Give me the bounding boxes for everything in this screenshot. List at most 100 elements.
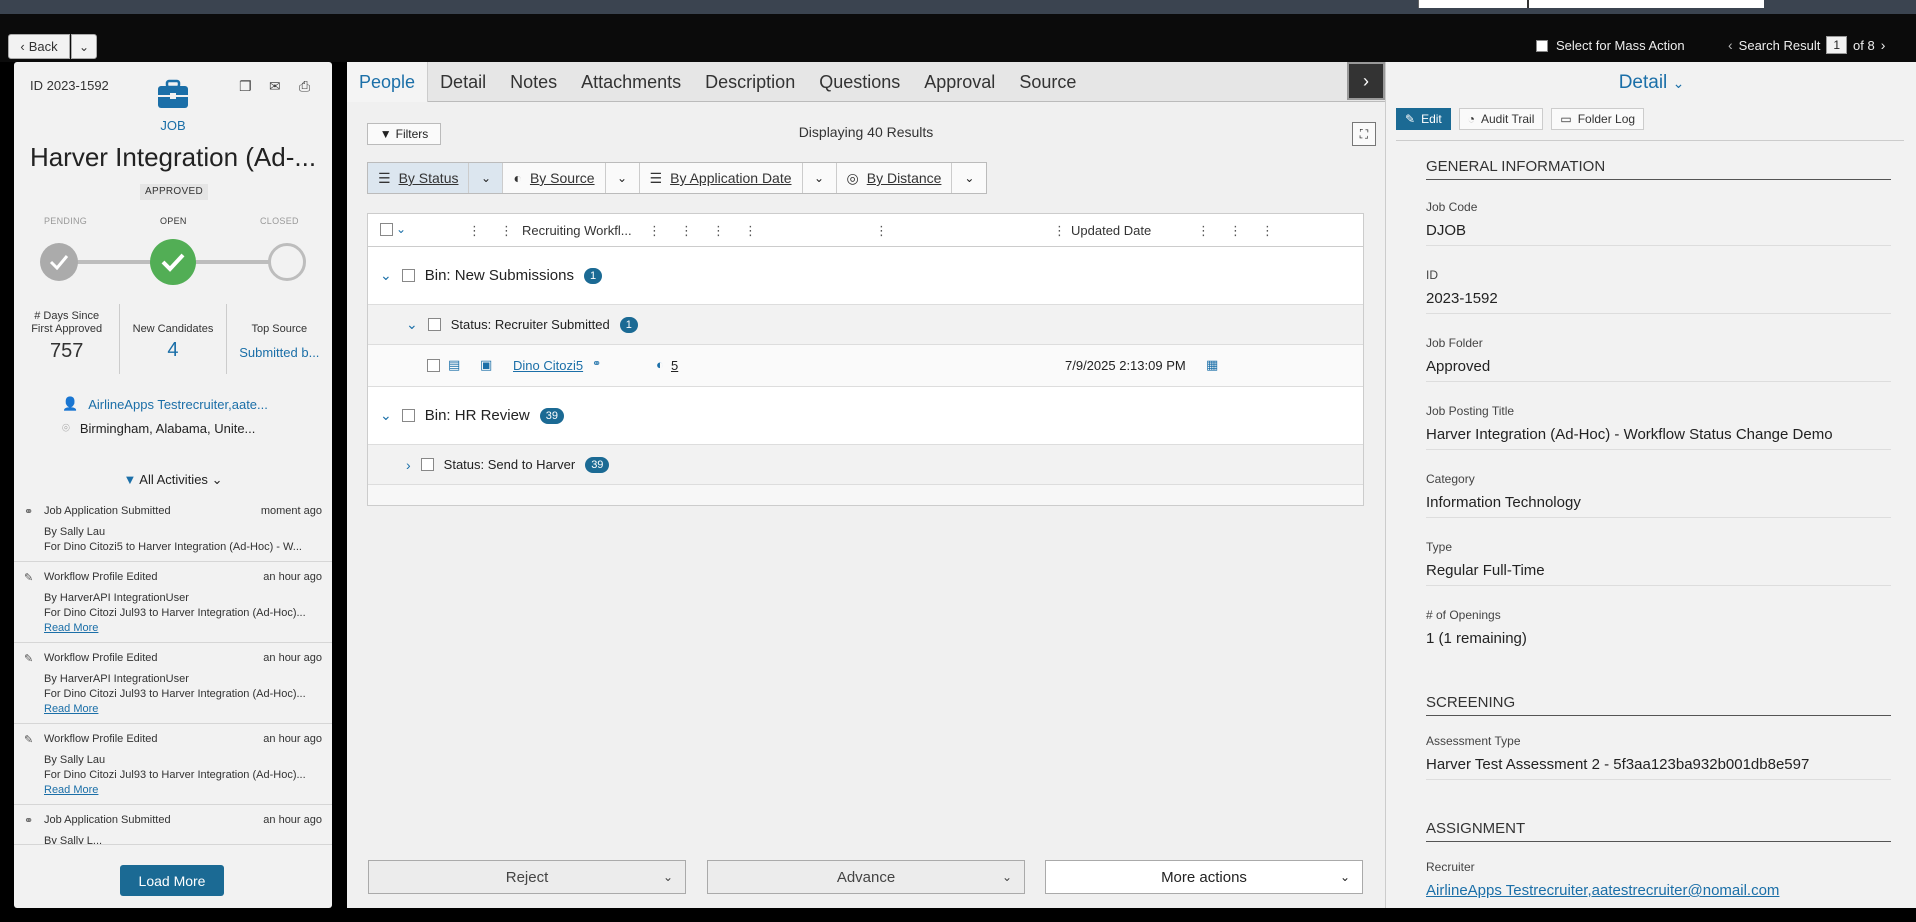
stage-open-label: OPEN (160, 216, 187, 226)
read-more-link[interactable]: Read More (44, 784, 98, 796)
bin-row[interactable]: ⌄ Bin: New Submissions 1 (368, 247, 1363, 305)
recruiter-link[interactable]: AirlineApps Testrecruiter,aatestrecruite… (1426, 882, 1779, 899)
chevron-down-icon: ⌄ (211, 472, 223, 487)
advance-button[interactable]: Advance ⌄ (707, 860, 1025, 894)
prev-result-icon[interactable]: ‹ (1728, 37, 1733, 53)
tab-source[interactable]: Source (1007, 62, 1088, 102)
status-checkbox[interactable] (420, 458, 434, 471)
select-all-checkbox[interactable] (380, 223, 393, 236)
column-menu-icon[interactable]: ⋮ (712, 223, 725, 239)
search-result-nav: ‹ Search Result 1 of 8 › (1728, 36, 1886, 54)
status-row[interactable]: › Status: Send to Harver 39 (368, 445, 1363, 485)
grid-header: ⌄ ⋮ ⋮ Recruiting Workfl... ⋮ ⋮ ⋮ ⋮ ⋮ ⋮ U… (368, 214, 1363, 247)
calendar-icon[interactable]: ▦ (1206, 357, 1218, 373)
list-icon: ☰ (649, 169, 663, 186)
chevron-down-icon[interactable]: ⌄ (380, 407, 392, 424)
column-menu-icon[interactable]: ⋮ (468, 223, 481, 239)
bin-checkbox[interactable] (401, 269, 415, 282)
status-row[interactable]: ⌄ Status: Recruiter Submitted 1 (368, 305, 1363, 345)
column-menu-icon[interactable]: ⋮ (1053, 223, 1066, 239)
detail-title[interactable]: Detail ⌄ (1386, 72, 1916, 94)
tab-notes[interactable]: Notes (498, 62, 569, 102)
edit-icon: ✎ (24, 653, 34, 665)
activity-list: ⚭ Job Application Submitted moment ago By S… (14, 496, 332, 845)
job-id: ID 2023-1592 (30, 78, 109, 93)
audit-trail-button[interactable]: ◔ Audit Trail (1458, 108, 1544, 130)
column-updated-date[interactable]: Updated Date (1071, 223, 1151, 238)
tab-approval[interactable]: Approval (912, 62, 1007, 102)
activity-item[interactable]: ✎ Workflow Profile Edited an hour ago By Sa… (14, 724, 332, 805)
fullscreen-icon[interactable]: ⛶ (1352, 122, 1376, 146)
column-menu-icon[interactable]: ⋮ (744, 223, 757, 239)
column-menu-icon[interactable]: ⋮ (1197, 223, 1210, 239)
field-value: Information Technology (1426, 494, 1891, 518)
folder-log-button[interactable]: ▭ Folder Log (1551, 108, 1645, 130)
load-more-button[interactable]: Load More (120, 865, 224, 896)
tab-questions[interactable]: Questions (807, 62, 912, 102)
copy-icon[interactable]: ❐ (239, 78, 252, 95)
read-more-link[interactable]: Read More (44, 703, 98, 715)
job-recruiter: 👤 AirlineApps Testrecruiter,aate... (62, 396, 268, 412)
tab-people[interactable]: People (347, 62, 429, 102)
field-label: Assessment Type (1426, 734, 1521, 748)
print-icon[interactable]: ⎙ (299, 78, 310, 95)
group-by-status[interactable]: ☰ By Status (368, 163, 470, 193)
email-icon[interactable]: ✉ (269, 78, 281, 95)
tab-detail[interactable]: Detail (428, 62, 498, 102)
activity-item[interactable]: ✎ Workflow Profile Edited an hour ago By Ha… (14, 562, 332, 643)
column-menu-icon[interactable]: ⋮ (1229, 223, 1242, 239)
person-icon: 👤 (62, 396, 79, 411)
column-menu-icon[interactable]: ⋮ (648, 223, 661, 239)
field-label: Job Code (1426, 200, 1478, 214)
group-by-source[interactable]: ◐ By Source (503, 163, 606, 193)
more-actions-button[interactable]: More actions ⌄ (1045, 860, 1363, 894)
sub-bar: ‹ Back ⌄ Select for Mass Action ‹ Search … (0, 14, 1916, 62)
tab-description[interactable]: Description (693, 62, 807, 102)
mass-action-checkbox[interactable] (1536, 39, 1548, 52)
next-result-icon[interactable]: › (1881, 37, 1886, 53)
group-by-distance-dropdown[interactable]: ⌄ (952, 163, 986, 193)
chevron-down-icon[interactable]: ⌄ (396, 222, 406, 236)
activity-item[interactable]: ✎ Workflow Profile Edited an hour ago By Ha… (14, 643, 332, 724)
status-checkbox[interactable] (427, 318, 441, 331)
column-workflow[interactable]: Recruiting Workfl... (522, 223, 632, 238)
column-menu-icon[interactable]: ⋮ (875, 223, 888, 239)
list-icon: ☰ (378, 169, 391, 186)
profile-card-icon[interactable]: ▣ (480, 357, 492, 373)
chevron-down-icon[interactable]: ⌄ (406, 316, 418, 333)
candidate-row[interactable]: ▤ ▣ Dino Citozi5 ⚭ ◐ 5 7/9/2025 2:13:09 … (368, 345, 1363, 387)
read-more-link[interactable]: Read More (44, 622, 98, 634)
resume-icon[interactable]: ▤ (448, 357, 460, 373)
edit-button[interactable]: ✎ Edit (1396, 108, 1451, 130)
chevron-right-icon[interactable]: › (406, 457, 411, 473)
group-by-distance[interactable]: ◎ By Distance (837, 163, 953, 193)
activity-item[interactable]: ⚭ Job Application Submitted an hour ago By … (14, 805, 332, 845)
tab-attachments[interactable]: Attachments (569, 62, 693, 102)
tabs-next-icon[interactable]: › (1347, 62, 1385, 100)
global-search[interactable] (1418, 0, 1764, 8)
chevron-down-icon[interactable]: ⌄ (380, 267, 392, 284)
back-button[interactable]: ‹ Back (8, 34, 70, 59)
bin-checkbox[interactable] (401, 409, 415, 422)
reject-button[interactable]: Reject ⌄ (368, 860, 686, 894)
candidate-grid: ⌄ ⋮ ⋮ Recruiting Workfl... ⋮ ⋮ ⋮ ⋮ ⋮ ⋮ U… (367, 213, 1364, 506)
group-by-date-dropdown[interactable]: ⌄ (803, 163, 837, 193)
column-menu-icon[interactable]: ⋮ (680, 223, 693, 239)
search-result-page[interactable]: 1 (1826, 36, 1848, 54)
candidate-checkbox[interactable] (427, 359, 440, 372)
folder-icon: ▭ (1560, 112, 1572, 126)
group-by-status-dropdown[interactable]: ⌄ (469, 163, 504, 193)
group-by-application-date[interactable]: ☰ By Application Date (640, 163, 803, 193)
bin-row[interactable]: ⌄ Bin: HR Review 39 (368, 387, 1363, 445)
column-menu-icon[interactable]: ⋮ (500, 223, 513, 239)
candidate-name-link[interactable]: Dino Citozi5 (513, 358, 583, 373)
job-summary-panel: ID 2023-1592 JOB ❐ ✉ ⎙ Harver Integratio… (14, 62, 332, 908)
column-menu-icon[interactable]: ⋮ (1261, 223, 1274, 239)
back-dropdown-button[interactable]: ⌄ (71, 34, 97, 59)
group-by-source-dropdown[interactable]: ⌄ (606, 163, 640, 193)
link-icon: ⚭ (24, 506, 34, 518)
activity-item[interactable]: ⚭ Job Application Submitted moment ago By S… (14, 496, 332, 562)
mass-action[interactable]: Select for Mass Action (1536, 38, 1685, 53)
workflow-step-link[interactable]: 5 (671, 358, 678, 373)
activities-filter[interactable]: ▼ All Activities ⌄ (14, 472, 332, 488)
